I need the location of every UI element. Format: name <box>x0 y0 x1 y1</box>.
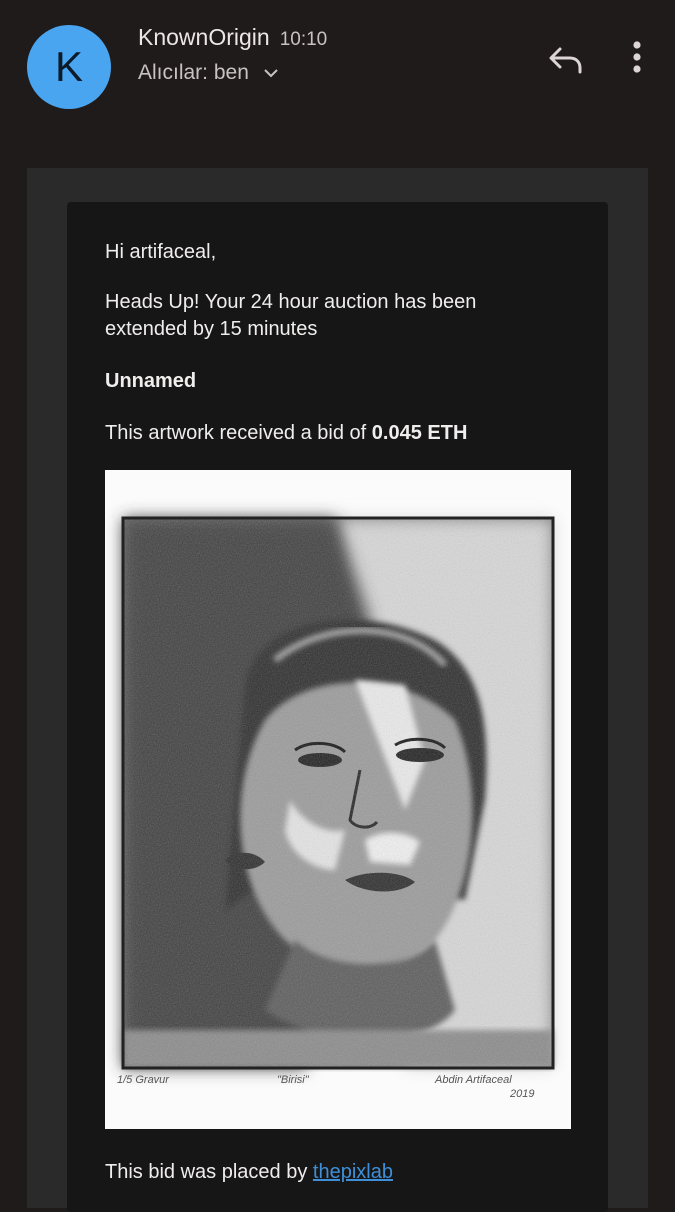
artwork-title: Unnamed <box>105 370 197 392</box>
sender-row: KnownOrigin 10:10 <box>138 24 327 51</box>
etching-portrait <box>121 516 555 1070</box>
artwork-caption-year: 2019 <box>510 1088 535 1100</box>
reply-icon[interactable] <box>546 40 586 80</box>
sender-avatar[interactable]: K <box>27 25 111 109</box>
avatar-letter: K <box>54 43 83 90</box>
headsup-text: Heads Up! Your 24 hour auction has been … <box>105 291 477 340</box>
artwork-caption-left: 1/5 Gravur <box>117 1074 169 1086</box>
artwork-image[interactable]: 1/5 Gravur "Birisi" Abdin Artifaceal 201… <box>105 470 571 1129</box>
sender-name: KnownOrigin <box>138 24 270 50</box>
recipients-toggle[interactable]: Alıcılar: ben <box>138 61 279 85</box>
received-time: 10:10 <box>279 29 328 50</box>
bidder-link[interactable]: thepixlab <box>313 1161 393 1183</box>
chevron-down-icon <box>264 69 278 78</box>
email-header: K KnownOrigin 10:10 Alıcılar: ben <box>0 0 675 150</box>
placed-prefix: This bid was placed by <box>105 1161 313 1183</box>
bid-amount: 0.045 ETH <box>371 422 468 444</box>
bid-prefix: This artwork received a bid of <box>105 422 372 444</box>
artwork-caption-right: Abdin Artifaceal <box>435 1074 512 1086</box>
artwork-caption-mid: "Birisi" <box>277 1074 309 1086</box>
bid-line: This artwork received a bid of 0.045 ETH <box>105 420 467 447</box>
more-vert-icon[interactable] <box>622 38 652 78</box>
recipients-label: Alıcılar: ben <box>138 61 249 84</box>
greeting-text: Hi artifaceal, <box>105 241 217 263</box>
bid-placed-line: This bid was placed by thepixlab <box>105 1159 393 1186</box>
